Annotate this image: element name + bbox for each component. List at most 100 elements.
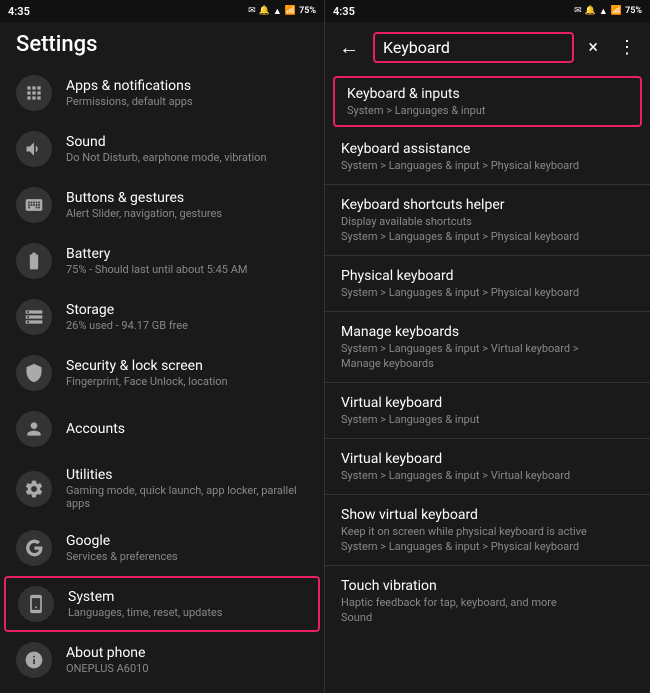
about-icon xyxy=(16,642,52,678)
result-item-2[interactable]: Keyboard shortcuts helper Display availab… xyxy=(325,187,650,253)
result-title-3: Physical keyboard xyxy=(341,268,634,284)
divider-4 xyxy=(325,382,650,383)
accounts-icon xyxy=(16,411,52,447)
divider-1 xyxy=(325,184,650,185)
result-title-1: Keyboard assistance xyxy=(341,141,634,157)
result-sub-1: System > Languages & input > Physical ke… xyxy=(341,159,634,172)
result-sub2-7: Keep it on screen while physical keyboar… xyxy=(341,525,634,538)
result-item-0[interactable]: Keyboard & inputs System > Languages & in… xyxy=(333,76,642,127)
google-icon xyxy=(16,530,52,566)
settings-item-security[interactable]: Security & lock screenFingerprint, Face … xyxy=(0,345,324,401)
item-title-3: Battery xyxy=(66,246,247,262)
item-sub-10: ONEPLUS A6010 xyxy=(66,662,149,675)
back-button[interactable]: ← xyxy=(333,29,365,66)
r-msg-icon: ✉ xyxy=(574,6,582,16)
settings-item-storage[interactable]: Storage26% used - 94.17 GB free xyxy=(0,289,324,345)
result-sub-6: System > Languages & input > Virtual key… xyxy=(341,469,634,482)
settings-item-battery[interactable]: Battery75% - Should last until about 5:4… xyxy=(0,233,324,289)
item-sub-0: Permissions, default apps xyxy=(66,95,193,108)
right-battery: 75% xyxy=(625,6,642,16)
result-sub-5: System > Languages & input xyxy=(341,413,634,426)
item-sub-7: Gaming mode, quick launch, app locker, p… xyxy=(66,484,308,510)
search-results: Keyboard & inputs System > Languages & in… xyxy=(325,72,650,693)
result-title-0: Keyboard & inputs xyxy=(347,86,628,102)
result-item-6[interactable]: Virtual keyboard System > Languages & inp… xyxy=(325,441,650,492)
result-item-1[interactable]: Keyboard assistance System > Languages & … xyxy=(325,131,650,182)
item-sub-9: Languages, time, reset, updates xyxy=(68,606,222,619)
r-wifi-icon: ▲ xyxy=(599,6,608,17)
result-title-5: Virtual keyboard xyxy=(341,395,634,411)
result-title-7: Show virtual keyboard xyxy=(341,507,634,523)
result-sub2-8: Haptic feedback for tap, keyboard, and m… xyxy=(341,596,634,609)
search-input[interactable]: Keyboard xyxy=(373,32,574,63)
r-alarm-icon: 🔔 xyxy=(585,6,596,16)
result-sub-4: Manage keyboards xyxy=(341,357,634,370)
item-title-2: Buttons & gestures xyxy=(66,190,222,206)
settings-item-buttons[interactable]: Buttons & gesturesAlert Slider, navigati… xyxy=(0,177,324,233)
result-title-2: Keyboard shortcuts helper xyxy=(341,197,634,213)
alarm-icon: 🔔 xyxy=(259,6,270,16)
divider-3 xyxy=(325,311,650,312)
result-item-7[interactable]: Show virtual keyboard Keep it on screen w… xyxy=(325,497,650,563)
search-header: ← Keyboard × ⋮ xyxy=(325,22,650,72)
result-sub2-4: System > Languages & input > Virtual key… xyxy=(341,342,634,355)
result-title-4: Manage keyboards xyxy=(341,324,634,340)
item-sub-3: 75% - Should last until about 5:45 AM xyxy=(66,263,247,276)
item-title-9: System xyxy=(68,589,222,605)
result-sub-2: System > Languages & input > Physical ke… xyxy=(341,230,634,243)
more-button[interactable]: ⋮ xyxy=(612,31,642,64)
item-sub-1: Do Not Disturb, earphone mode, vibration xyxy=(66,151,267,164)
item-title-7: Utilities xyxy=(66,467,308,483)
right-status-bar: 4:35 ✉ 🔔 ▲ 📶 75% xyxy=(325,0,650,22)
item-title-1: Sound xyxy=(66,134,267,150)
close-button[interactable]: × xyxy=(582,31,604,64)
settings-item-system[interactable]: SystemLanguages, time, reset, updates xyxy=(4,576,320,632)
divider-2 xyxy=(325,255,650,256)
left-status-bar: 4:35 ✉ 🔔 ▲ 📶 75% xyxy=(0,0,324,22)
system-icon xyxy=(18,586,54,622)
settings-item-about[interactable]: About phoneONEPLUS A6010 xyxy=(0,632,324,688)
settings-item-google[interactable]: GoogleServices & preferences xyxy=(0,520,324,576)
storage-icon xyxy=(16,299,52,335)
settings-item-accounts[interactable]: Accounts xyxy=(0,401,324,457)
right-time: 4:35 xyxy=(333,5,355,18)
left-battery: 75% xyxy=(299,6,316,16)
item-sub-4: 26% used - 94.17 GB free xyxy=(66,319,188,332)
settings-list: Apps & notificationsPermissions, default… xyxy=(0,65,324,688)
result-item-5[interactable]: Virtual keyboard System > Languages & inp… xyxy=(325,385,650,436)
result-item-3[interactable]: Physical keyboard System > Languages & in… xyxy=(325,258,650,309)
msg-icon: ✉ xyxy=(248,6,256,16)
signal-icon: 📶 xyxy=(285,6,296,16)
left-time: 4:35 xyxy=(8,5,30,18)
divider-6 xyxy=(325,494,650,495)
left-status-icons: ✉ 🔔 ▲ 📶 75% xyxy=(248,6,316,17)
left-panel: 4:35 ✉ 🔔 ▲ 📶 75% Settings Apps & notific… xyxy=(0,0,325,693)
sound-icon xyxy=(16,131,52,167)
item-sub-5: Fingerprint, Face Unlock, location xyxy=(66,375,228,388)
item-title-4: Storage xyxy=(66,302,188,318)
item-sub-2: Alert Slider, navigation, gestures xyxy=(66,207,222,220)
settings-item-sound[interactable]: SoundDo Not Disturb, earphone mode, vibr… xyxy=(0,121,324,177)
item-title-6: Accounts xyxy=(66,421,125,437)
item-title-5: Security & lock screen xyxy=(66,358,228,374)
result-item-8[interactable]: Touch vibration Haptic feedback for tap, … xyxy=(325,568,650,634)
result-sub-0: System > Languages & input xyxy=(347,104,628,117)
result-sub-8: Sound xyxy=(341,611,634,624)
result-item-4[interactable]: Manage keyboards System > Languages & inp… xyxy=(325,314,650,380)
divider-5 xyxy=(325,438,650,439)
settings-item-apps[interactable]: Apps & notificationsPermissions, default… xyxy=(0,65,324,121)
settings-item-utilities[interactable]: UtilitiesGaming mode, quick launch, app … xyxy=(0,457,324,520)
divider-7 xyxy=(325,565,650,566)
result-sub2-2: Display available shortcuts xyxy=(341,215,634,228)
result-title-6: Virtual keyboard xyxy=(341,451,634,467)
security-icon xyxy=(16,355,52,391)
wifi-icon: ▲ xyxy=(273,6,282,17)
utilities-icon xyxy=(16,471,52,507)
item-title-10: About phone xyxy=(66,645,149,661)
buttons-icon xyxy=(16,187,52,223)
result-title-8: Touch vibration xyxy=(341,578,634,594)
item-sub-8: Services & preferences xyxy=(66,550,178,563)
battery-icon xyxy=(16,243,52,279)
apps-icon xyxy=(16,75,52,111)
result-sub-3: System > Languages & input > Physical ke… xyxy=(341,286,634,299)
